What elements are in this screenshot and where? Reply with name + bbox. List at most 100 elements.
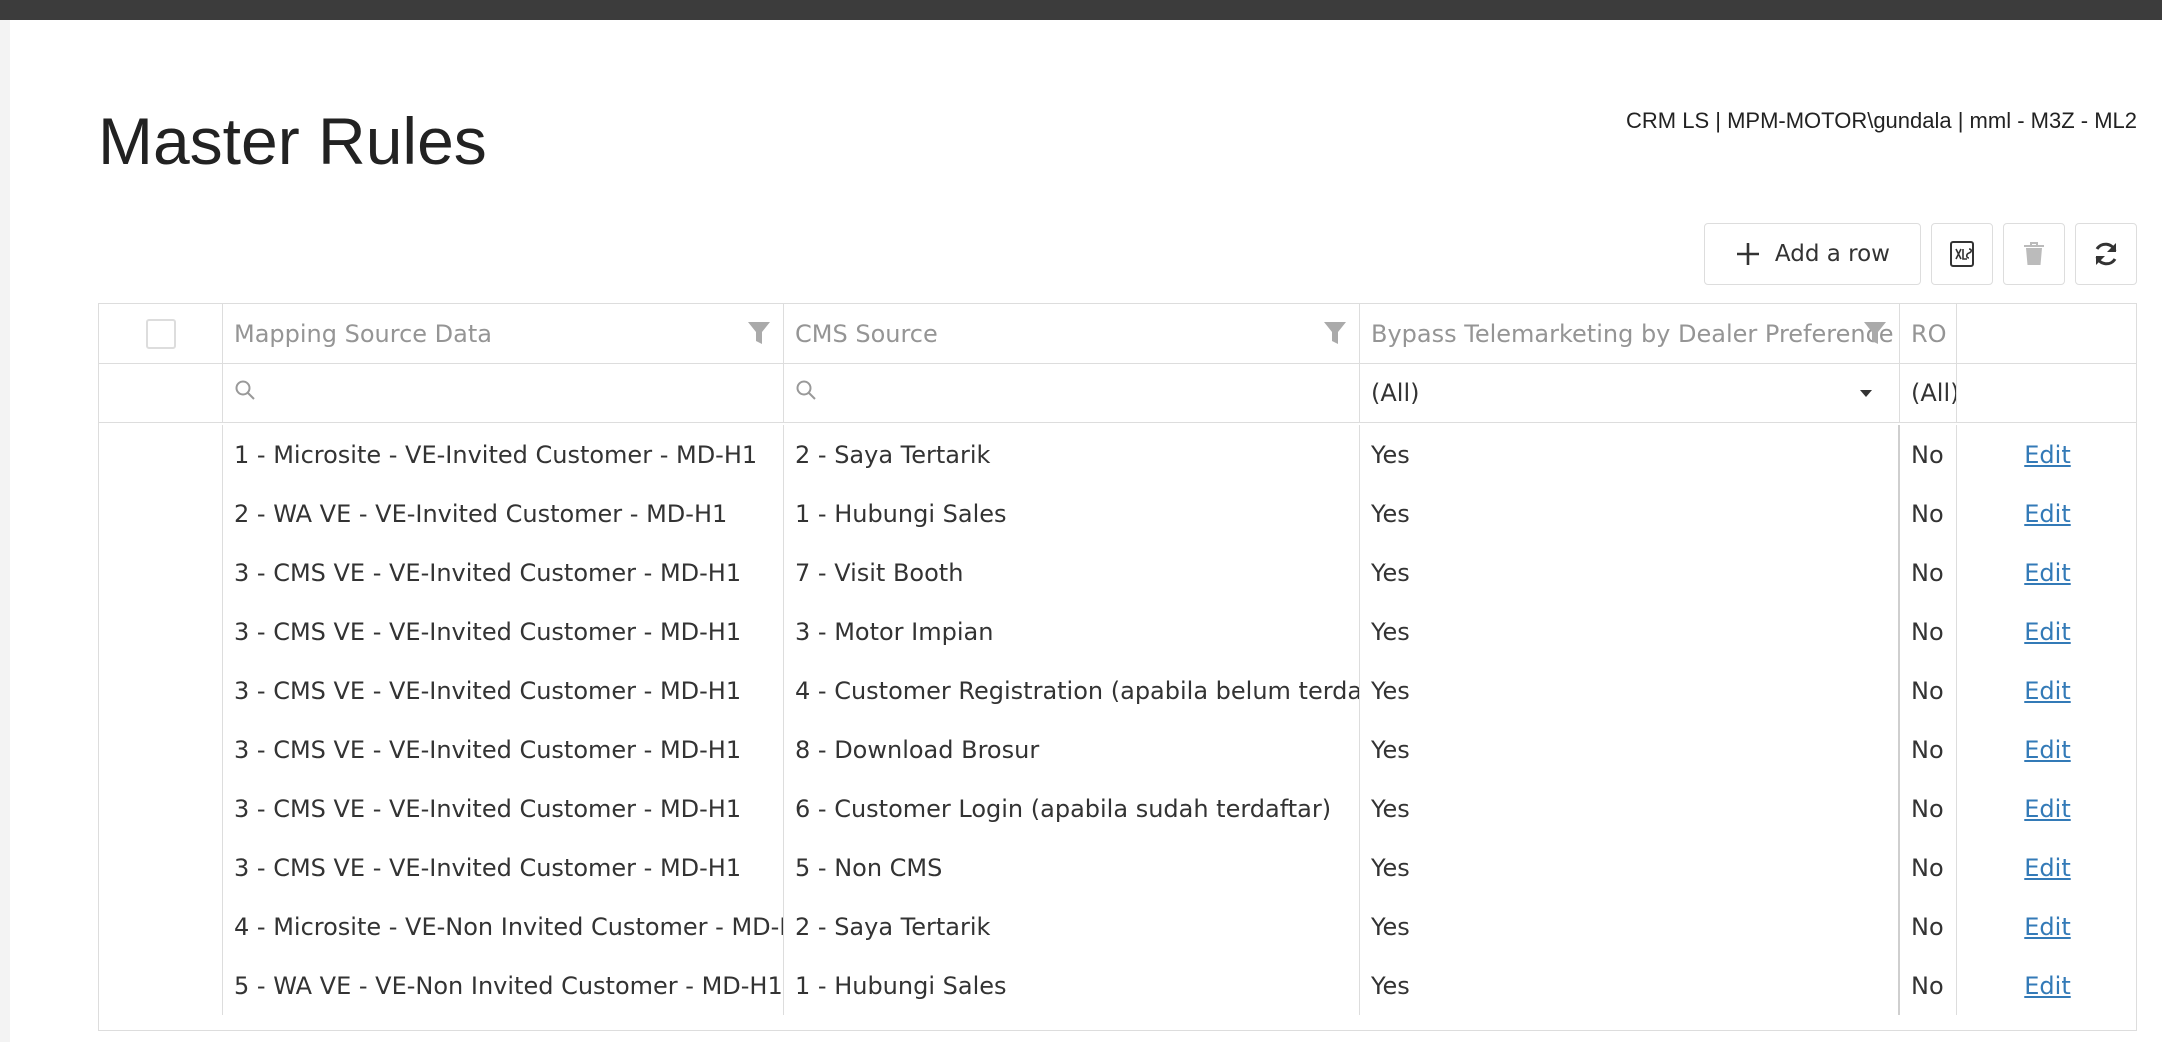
filter-actions-spacer (1957, 364, 2136, 422)
ro-cell: No (1900, 897, 1957, 956)
edit-cell: Edit (1957, 425, 2136, 484)
row-select-cell[interactable] (99, 425, 223, 484)
row-select-cell[interactable] (99, 956, 223, 1015)
mapping-source-cell: 3 - CMS VE - VE-Invited Customer - MD-H1 (223, 779, 784, 838)
edit-cell: Edit (1957, 897, 2136, 956)
ro-cell: No (1900, 661, 1957, 720)
ro-cell: No (1900, 838, 1957, 897)
data-grid: Mapping Source Data CMS Source Bypass Te… (98, 303, 2137, 1031)
select-all-cell (99, 304, 223, 363)
edit-cell: Edit (1957, 543, 2136, 602)
bypass-cell: Yes (1360, 956, 1900, 1015)
add-row-label: Add a row (1774, 241, 1890, 267)
column-header-cms-source[interactable]: CMS Source (784, 304, 1360, 363)
filter-funnel-icon[interactable] (1863, 320, 1887, 352)
row-select-cell[interactable] (99, 720, 223, 779)
user-info: CRM LS | MPM-MOTOR\gundala | mml - M3Z -… (1626, 108, 2137, 133)
row-select-cell[interactable] (99, 661, 223, 720)
table-row: 2 - WA VE - VE-Invited Customer - MD-H1 … (99, 484, 2136, 543)
ro-filter-select[interactable]: (All) (1900, 364, 1957, 422)
table-row: 3 - CMS VE - VE-Invited Customer - MD-H1… (99, 779, 2136, 838)
row-select-cell[interactable] (99, 838, 223, 897)
row-select-cell[interactable] (99, 779, 223, 838)
mapping-source-cell: 3 - CMS VE - VE-Invited Customer - MD-H1 (223, 602, 784, 661)
bypass-filter-select[interactable]: (All) (1360, 364, 1900, 422)
ro-cell: No (1900, 484, 1957, 543)
filter-spacer-cell (99, 364, 223, 422)
edit-cell: Edit (1957, 484, 2136, 543)
grid-body: 1 - Microsite - VE-Invited Customer - MD… (99, 423, 2136, 1015)
xlsx-export-icon (1948, 240, 1976, 268)
table-row: 3 - CMS VE - VE-Invited Customer - MD-H1… (99, 602, 2136, 661)
cms-source-cell: 4 - Customer Registration (apabila belum… (784, 661, 1360, 720)
table-row: 3 - CMS VE - VE-Invited Customer - MD-H1… (99, 838, 2136, 897)
cms-source-cell: 2 - Saya Tertarik (784, 425, 1360, 484)
cms-source-cell: 8 - Download Brosur (784, 720, 1360, 779)
ro-cell: No (1900, 720, 1957, 779)
edit-link[interactable]: Edit (2024, 972, 2070, 1000)
bypass-cell: Yes (1360, 425, 1900, 484)
edit-cell: Edit (1957, 838, 2136, 897)
refresh-button[interactable] (2075, 223, 2137, 285)
bypass-cell: Yes (1360, 897, 1900, 956)
cms-source-cell: 7 - Visit Booth (784, 543, 1360, 602)
column-header-bypass-telemarketing[interactable]: Bypass Telemarketing by Dealer Preferenc… (1360, 304, 1900, 363)
mapping-source-cell: 4 - Microsite - VE-Non Invited Customer … (223, 897, 784, 956)
grid-toolbar: Add a row (1703, 223, 2137, 285)
mapping-source-cell: 5 - WA VE - VE-Non Invited Customer - MD… (223, 956, 784, 1015)
export-excel-button[interactable] (1931, 223, 1993, 285)
mapping-source-search-input[interactable] (223, 364, 784, 422)
trash-icon (2022, 241, 2046, 267)
top-bar (0, 0, 2162, 20)
cms-source-cell: 5 - Non CMS (784, 838, 1360, 897)
edit-link[interactable]: Edit (2024, 913, 2070, 941)
row-select-cell[interactable] (99, 484, 223, 543)
cms-source-cell: 1 - Hubungi Sales (784, 956, 1360, 1015)
bypass-cell: Yes (1360, 602, 1900, 661)
mapping-source-cell: 2 - WA VE - VE-Invited Customer - MD-H1 (223, 484, 784, 543)
table-row: 4 - Microsite - VE-Non Invited Customer … (99, 897, 2136, 956)
bypass-cell: Yes (1360, 661, 1900, 720)
add-row-button[interactable]: Add a row (1703, 223, 1921, 285)
bypass-cell: Yes (1360, 720, 1900, 779)
table-row: 1 - Microsite - VE-Invited Customer - MD… (99, 425, 2136, 484)
row-select-cell[interactable] (99, 543, 223, 602)
edit-cell: Edit (1957, 720, 2136, 779)
plus-icon (1735, 241, 1761, 267)
edit-link[interactable]: Edit (2024, 618, 2070, 646)
ro-cell: No (1900, 956, 1957, 1015)
select-all-checkbox[interactable] (145, 318, 176, 349)
bypass-cell: Yes (1360, 838, 1900, 897)
filter-funnel-icon[interactable] (747, 320, 771, 352)
ro-cell: No (1900, 602, 1957, 661)
column-header-mapping-source[interactable]: Mapping Source Data (223, 304, 784, 363)
column-header-ro[interactable]: RO (1900, 304, 1957, 363)
edit-link[interactable]: Edit (2024, 559, 2070, 587)
edit-link[interactable]: Edit (2024, 795, 2070, 823)
bypass-cell: Yes (1360, 484, 1900, 543)
mapping-source-cell: 3 - CMS VE - VE-Invited Customer - MD-H1 (223, 838, 784, 897)
edit-cell: Edit (1957, 602, 2136, 661)
search-icon (234, 379, 256, 407)
row-select-cell[interactable] (99, 897, 223, 956)
mapping-source-cell: 3 - CMS VE - VE-Invited Customer - MD-H1 (223, 720, 784, 779)
table-row: 3 - CMS VE - VE-Invited Customer - MD-H1… (99, 543, 2136, 602)
edit-link[interactable]: Edit (2024, 854, 2070, 882)
bypass-cell: Yes (1360, 779, 1900, 838)
cms-source-search-input[interactable] (784, 364, 1360, 422)
filter-funnel-icon[interactable] (1323, 320, 1347, 352)
edit-link[interactable]: Edit (2024, 736, 2070, 764)
delete-button[interactable] (2003, 223, 2065, 285)
grid-filter-row: (All) (All) (99, 364, 2136, 423)
edit-link[interactable]: Edit (2024, 441, 2070, 469)
edit-link[interactable]: Edit (2024, 500, 2070, 528)
bypass-cell: Yes (1360, 543, 1900, 602)
page-title: Master Rules (98, 104, 487, 178)
grid-header-row: Mapping Source Data CMS Source Bypass Te… (99, 304, 2136, 364)
refresh-icon (2092, 240, 2120, 268)
edit-cell: Edit (1957, 956, 2136, 1015)
edit-link[interactable]: Edit (2024, 677, 2070, 705)
search-icon (795, 379, 817, 407)
row-select-cell[interactable] (99, 602, 223, 661)
table-row: 5 - WA VE - VE-Non Invited Customer - MD… (99, 956, 2136, 1015)
